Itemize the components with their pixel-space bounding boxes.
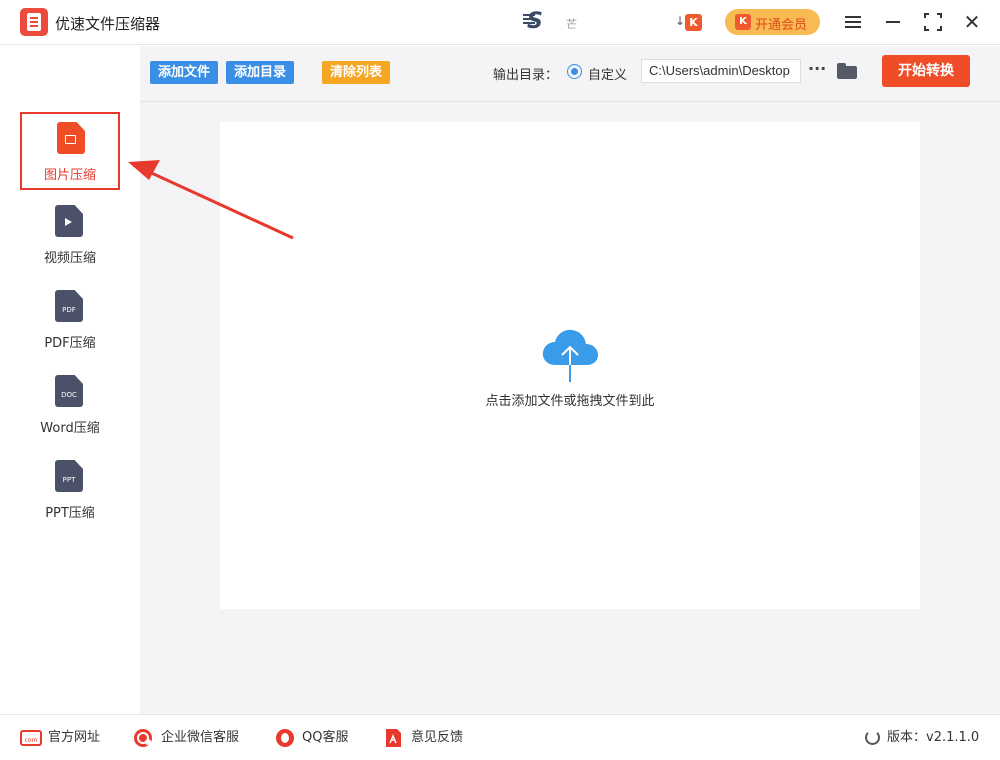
sidebar-item-ppt-compress[interactable]: PPT PPT压缩: [20, 452, 120, 530]
sidebar-item-label: 图片压缩: [43, 168, 96, 183]
doc-file-icon: DOC: [55, 375, 83, 407]
footer: com 官方网址 企业微信客服 QQ客服 意见反馈 版本：v2.1.1.0: [0, 714, 1000, 760]
feedback-doc-icon: [383, 728, 405, 748]
brand-text: 芒: [566, 18, 577, 31]
output-path-input[interactable]: C:\Users\admin\Desktop: [641, 59, 801, 83]
brand-s-logo-icon: S: [523, 9, 543, 34]
sidebar-item-label: PPT压缩: [45, 506, 95, 521]
sidebar-item-word-compress[interactable]: DOC Word压缩: [20, 367, 120, 445]
custom-output-radio[interactable]: [567, 64, 582, 79]
add-file-button[interactable]: 添加文件: [150, 61, 219, 84]
refresh-icon: [865, 730, 880, 745]
video-file-icon: [55, 205, 83, 237]
svg-text:com: com: [25, 737, 38, 744]
sidebar-item-video-compress[interactable]: 视频压缩: [20, 197, 120, 275]
cloud-upload-icon: [540, 327, 600, 383]
open-vip-button[interactable]: K 开通会员: [725, 9, 820, 35]
pdf-file-icon: PDF: [55, 290, 83, 322]
sidebar-item-pdf-compress[interactable]: PDF PDF压缩: [20, 282, 120, 360]
custom-output-radio-label[interactable]: 自定义: [588, 64, 627, 83]
wechat-icon: [133, 728, 155, 748]
folder-icon[interactable]: [837, 63, 857, 79]
qq-penguin-icon: [274, 728, 296, 748]
clear-list-button[interactable]: 清除列表: [322, 61, 391, 84]
app-logo-icon: [20, 8, 48, 36]
maximize-icon[interactable]: [921, 10, 945, 34]
toolbar: 添加文件 添加目录 清除列表 输出目录： 自定义 C:\Users\admin\…: [140, 46, 1000, 102]
close-icon[interactable]: ✕: [960, 10, 984, 34]
image-file-icon: [57, 122, 85, 154]
drop-hint-text: 点击添加文件或拖拽文件到此: [485, 394, 655, 409]
sidebar: 图片压缩 视频压缩 PDF PDF压缩 DOC Word压缩 PPT PPT压缩: [0, 46, 140, 714]
output-dir-label: 输出目录：: [493, 68, 559, 83]
ppt-file-icon: PPT: [55, 460, 83, 492]
title-bar: 优速文件压缩器 S 芒 ↓ K K 开通会员 ✕: [0, 0, 1000, 45]
down-arrow-icon: ↓: [675, 14, 686, 28]
app-title: 优速文件压缩器: [55, 15, 161, 33]
start-convert-button[interactable]: 开始转换: [882, 55, 970, 87]
vip-k-icon: K: [735, 14, 751, 30]
vip-badge[interactable]: ↓ K: [675, 13, 703, 33]
website-icon: com: [20, 728, 42, 748]
vip-k-icon: K: [685, 14, 702, 31]
add-folder-button[interactable]: 添加目录: [226, 61, 295, 84]
minimize-icon[interactable]: [881, 10, 905, 34]
main-area: 添加文件 添加目录 清除列表 输出目录： 自定义 C:\Users\admin\…: [140, 46, 1000, 714]
file-drop-zone[interactable]: 点击添加文件或拖拽文件到此: [220, 122, 920, 609]
sidebar-item-label: Word压缩: [40, 421, 100, 436]
sidebar-item-image-compress[interactable]: 图片压缩: [20, 112, 120, 190]
more-icon[interactable]: ···: [808, 59, 826, 83]
open-vip-label: 开通会员: [755, 18, 808, 33]
menu-icon[interactable]: [841, 10, 865, 34]
sidebar-item-label: 视频压缩: [43, 251, 96, 266]
sidebar-item-label: PDF压缩: [44, 336, 96, 351]
